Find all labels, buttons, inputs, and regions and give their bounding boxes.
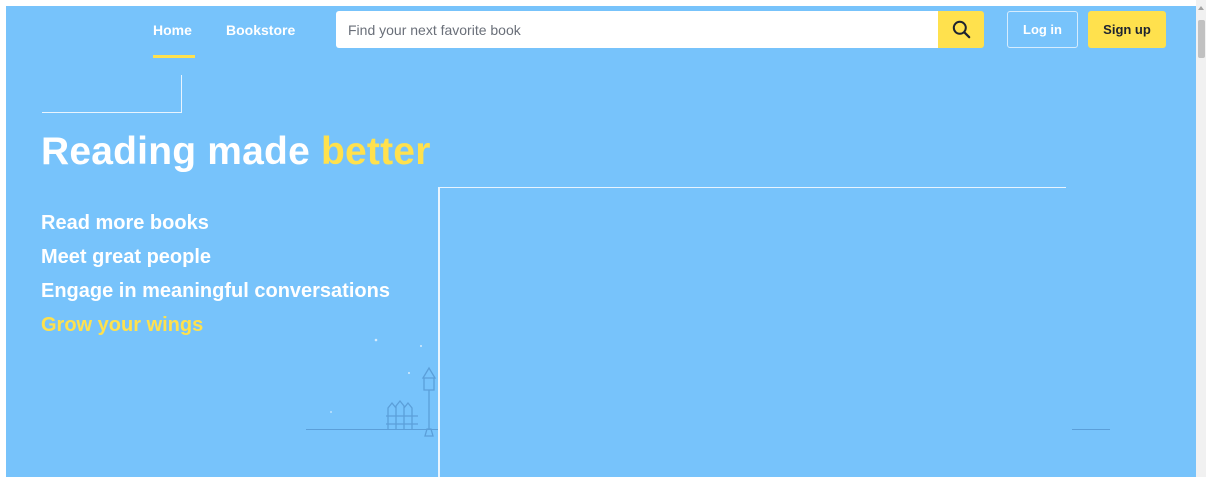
star-icon [330, 411, 332, 413]
star-icon [420, 345, 422, 347]
nav-active-indicator [153, 55, 195, 58]
tagline-item: Read more books [41, 212, 209, 234]
search-input[interactable] [348, 11, 928, 48]
star-icon [408, 372, 410, 374]
search-bar [336, 11, 938, 48]
decorative-frame-left [438, 187, 440, 477]
decorative-line [42, 112, 182, 113]
search-icon [952, 20, 971, 39]
decorative-line [181, 75, 182, 113]
hero-section: Home Bookstore Log in Sign up Reading ma… [6, 6, 1196, 477]
star-icon [374, 338, 378, 342]
street-scene-illustration [330, 338, 437, 437]
headline-main: Reading made [41, 130, 310, 173]
scrollbar-thumb[interactable] [1198, 20, 1205, 58]
signup-button[interactable]: Sign up [1088, 11, 1166, 48]
login-button[interactable]: Log in [1007, 11, 1078, 48]
decorative-frame-top [438, 187, 1066, 188]
nav-home-link[interactable]: Home [153, 22, 192, 38]
lamp-post-illustration [421, 366, 437, 437]
tagline-list: Read more books Meet great people Engage… [41, 208, 390, 344]
ground-line [306, 429, 438, 430]
scrollbar[interactable] [1196, 0, 1206, 477]
search-button[interactable] [938, 11, 984, 48]
ground-line [1072, 429, 1110, 430]
tagline-item: Meet great people [41, 246, 212, 268]
fence-illustration [386, 399, 418, 429]
scroll-up-icon[interactable] [1198, 6, 1204, 10]
hero-headline: Reading made better [41, 130, 431, 174]
nav-bookstore-link[interactable]: Bookstore [226, 22, 295, 38]
headline-accent: better [321, 130, 431, 173]
tagline-item: Engage in meaningful conversations [41, 280, 390, 302]
